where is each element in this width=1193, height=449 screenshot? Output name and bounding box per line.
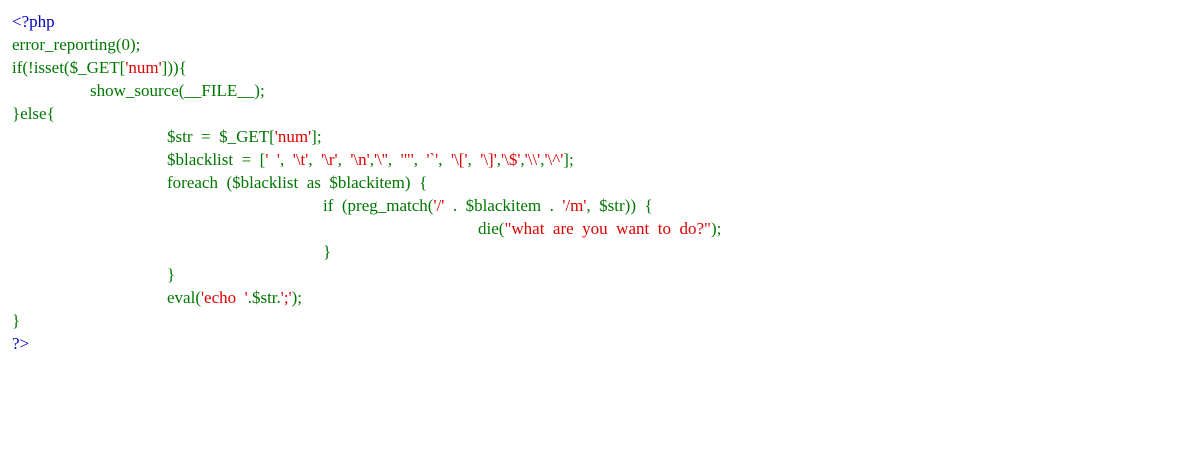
code-token-string: '/m' (562, 196, 587, 215)
code-token-string: '"' (400, 150, 414, 169)
code-line: } (12, 240, 1181, 263)
code-token-keyword: die( (478, 219, 505, 238)
code-token-keyword: show_source(__FILE__); (90, 81, 265, 100)
code-token-string: '`' (426, 150, 439, 169)
code-token-keyword: , (387, 150, 401, 169)
code-token-string: 'echo ' (200, 288, 248, 307)
code-line: if(!isset($_GET['num'])){ (12, 56, 1181, 79)
code-token-string: 'num' (125, 58, 162, 77)
code-token-string: ';' (280, 288, 292, 307)
code-token-keyword: , $str)) { (586, 196, 653, 215)
code-line: if (preg_match('/' . $blackitem . '/m', … (12, 194, 1181, 217)
code-token-keyword: } (12, 311, 21, 330)
code-token-php-tag: <?php (12, 12, 55, 31)
code-token-string: ' ' (265, 150, 280, 169)
code-token-keyword: if (preg_match( (323, 196, 434, 215)
code-token-keyword: , (308, 150, 322, 169)
code-token-keyword: } (167, 265, 176, 284)
code-token-keyword: eval( (167, 288, 201, 307)
code-token-keyword: , (467, 150, 481, 169)
code-line: error_reporting(0); (12, 33, 1181, 56)
code-token-keyword: . $blackitem . (444, 196, 563, 215)
code-token-keyword: if(!isset($_GET[ (12, 58, 126, 77)
code-token-string: '\]' (480, 150, 497, 169)
code-token-keyword: }else{ (12, 104, 55, 123)
code-token-string: '\t' (292, 150, 309, 169)
code-line: } (12, 309, 1181, 332)
code-token-keyword: ); (710, 219, 722, 238)
code-token-keyword: , (413, 150, 427, 169)
code-token-string: '/' (433, 196, 445, 215)
code-line: ?> (12, 332, 1181, 355)
php-source-code-view: <?php error_reporting(0); if(!isset($_GET[… (0, 0, 1193, 449)
code-line: eval('echo '.$str.';'); (12, 286, 1181, 309)
code-token-keyword: ]; (311, 127, 322, 146)
code-token-string: 'num' (274, 127, 312, 146)
code-token-keyword: $str = $_GET[ (167, 127, 275, 146)
code-line: die("what are you want to do?"); (12, 217, 1181, 240)
code-token-keyword: ])){ (161, 58, 187, 77)
code-token-keyword: , (438, 150, 451, 169)
code-token-keyword: , (280, 150, 293, 169)
code-token-string: '\n' (350, 150, 370, 169)
code-token-keyword: ]; (563, 150, 574, 169)
code-line: } (12, 263, 1181, 286)
code-token-keyword: .$str. (247, 288, 281, 307)
code-line: show_source(__FILE__); (12, 79, 1181, 102)
code-token-string: "what are you want to do?" (504, 219, 711, 238)
code-token-string: '\^' (544, 150, 564, 169)
code-token-keyword: } (323, 242, 332, 261)
code-token-string: '\\' (524, 150, 541, 169)
code-token-keyword: foreach ($blacklist as $blackitem) { (167, 173, 428, 192)
code-token-keyword: $blacklist = [ (167, 150, 266, 169)
code-token-string: '\$' (501, 150, 521, 169)
code-token-php-tag: ?> (12, 334, 30, 353)
code-line: $str = $_GET['num']; (12, 125, 1181, 148)
code-token-keyword: ); (291, 288, 303, 307)
code-line: $blacklist = [' ', '\t', '\r', '\n','\''… (12, 148, 1181, 171)
code-token-string: '\[' (451, 150, 468, 169)
code-token-keyword: , (337, 150, 351, 169)
code-line: <?php (12, 10, 1181, 33)
code-token-string: '\r' (321, 150, 338, 169)
code-line: foreach ($blacklist as $blackitem) { (12, 171, 1181, 194)
code-line: }else{ (12, 102, 1181, 125)
code-token-keyword: error_reporting(0); (12, 35, 141, 54)
code-token-string: '\'' (373, 150, 388, 169)
